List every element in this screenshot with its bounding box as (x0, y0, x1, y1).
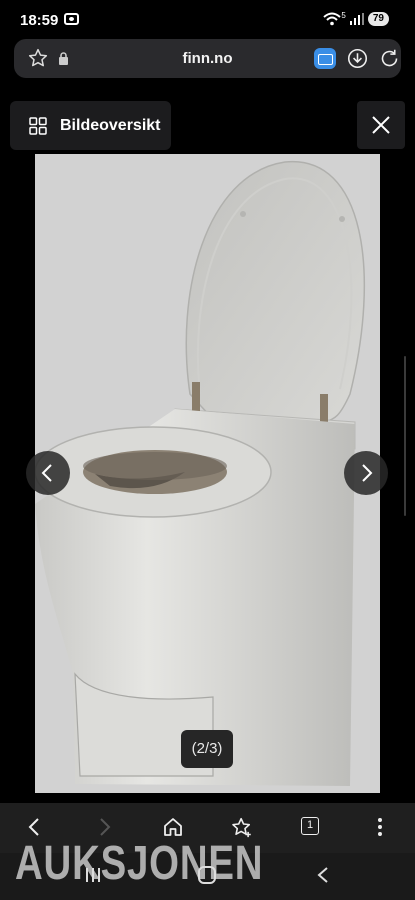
previous-image-button[interactable] (26, 451, 70, 495)
home-button[interactable] (198, 866, 216, 884)
toilet-image (35, 161, 366, 786)
back-icon[interactable] (26, 817, 42, 837)
close-button[interactable] (357, 101, 405, 149)
forward-icon[interactable] (97, 817, 113, 837)
status-bar: 18:59 5 79 (0, 0, 415, 40)
chevron-left-icon (41, 464, 52, 482)
close-icon (372, 116, 390, 134)
address-bar[interactable]: finn.no (14, 39, 401, 78)
more-vert-icon[interactable] (377, 817, 383, 837)
status-icons: 5 79 (323, 10, 389, 26)
grid-icon (29, 116, 47, 135)
image-overview-button[interactable]: Bildeoversikt (10, 101, 171, 150)
scrollbar[interactable] (404, 356, 406, 516)
image-overview-label: Bildeoversikt (60, 116, 161, 134)
tab-count-icon[interactable]: 1 (301, 817, 319, 835)
network-label: 5 (341, 10, 346, 20)
image-viewer: Bildeoversikt (2/3) (0, 80, 415, 803)
reload-icon[interactable] (379, 48, 400, 69)
status-time: 18:59 (20, 12, 59, 29)
next-image-button[interactable] (344, 451, 388, 495)
star-plus-icon[interactable] (231, 817, 253, 838)
battery-badge: 79 (367, 12, 389, 26)
url-text[interactable]: finn.no (14, 50, 401, 67)
system-back-icon[interactable] (316, 866, 330, 884)
signal-icon (349, 13, 364, 25)
tab-icon[interactable] (314, 48, 336, 69)
home-icon[interactable] (163, 817, 183, 837)
image-counter: (2/3) (181, 730, 233, 768)
wifi-icon (323, 12, 342, 26)
chevron-right-icon (362, 464, 373, 482)
product-photo[interactable] (35, 154, 380, 793)
watermark: AUKSJONEN (15, 837, 264, 890)
screen-record-icon (64, 13, 79, 25)
recents-icon[interactable] (85, 866, 101, 884)
download-icon[interactable] (347, 48, 368, 69)
